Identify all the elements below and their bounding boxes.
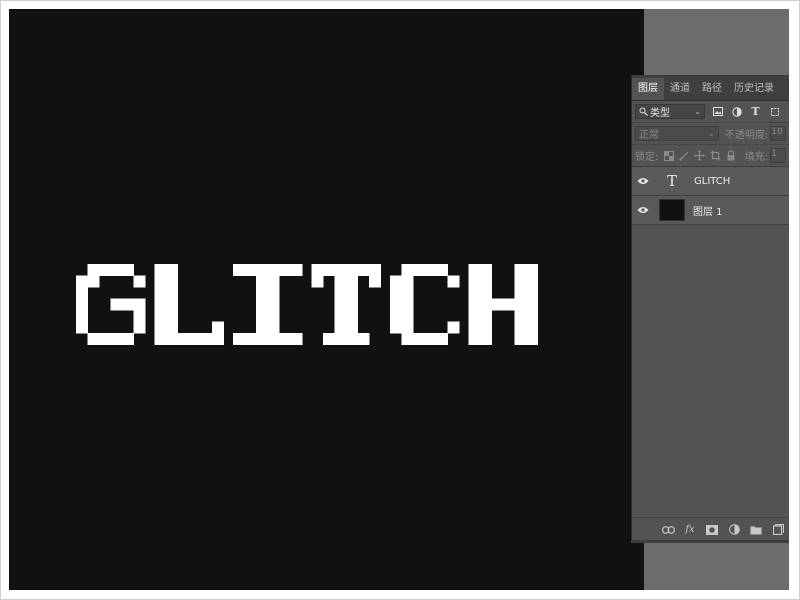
pixel-block <box>323 333 370 345</box>
fill-label: 填充: <box>744 152 769 163</box>
filter-kind-select[interactable]: 类型 ⌄ <box>635 104 705 119</box>
glitch-letter-h <box>468 264 538 345</box>
pixel-block <box>177 333 224 345</box>
pixel-block <box>87 264 134 276</box>
filter-kind-label: 类型 <box>650 108 670 119</box>
image-filter-icon[interactable] <box>711 105 724 118</box>
pixel-block <box>369 275 381 288</box>
lock-move-icon[interactable] <box>694 150 706 162</box>
pixel-block <box>212 321 224 334</box>
folder-icon[interactable] <box>749 523 763 537</box>
tab-paths[interactable]: 路径 <box>696 78 728 100</box>
visibility-eye-icon[interactable] <box>632 177 654 185</box>
glitch-letter-c <box>390 264 460 345</box>
lock-transparent-icon[interactable] <box>663 150 674 162</box>
pixel-block <box>87 275 100 288</box>
pixel-block <box>133 310 146 334</box>
chevron-down-icon: ⌄ <box>694 107 701 116</box>
pixel-block <box>468 264 492 345</box>
lock-all-icon[interactable] <box>726 150 736 162</box>
blend-mode-value: 正常 <box>639 130 659 141</box>
pixel-block <box>401 264 448 276</box>
panel-tabs: 图层 通道 路径 历史记录 <box>632 76 789 101</box>
pixel-block <box>76 275 88 334</box>
filter-row: 类型 ⌄ T <box>632 101 789 123</box>
adjustment-filter-icon[interactable] <box>730 105 743 118</box>
opacity-label: 不透明度: <box>724 130 769 141</box>
pixel-block <box>256 275 280 334</box>
layer-row-layer1[interactable]: 图层 1 <box>632 196 789 225</box>
glitch-text-art: GLITCH <box>76 264 538 345</box>
search-icon <box>639 107 648 116</box>
panel-edge <box>631 540 789 543</box>
fx-icon[interactable]: fx <box>683 523 697 537</box>
lock-row: 锁定: 填充: 1 <box>632 145 789 167</box>
glitch-letter-l <box>154 264 224 345</box>
layer-name: GLITCH <box>694 175 731 187</box>
lock-artboard-icon[interactable] <box>710 150 721 162</box>
shape-filter-icon[interactable] <box>768 105 781 118</box>
lock-brush-icon[interactable] <box>679 150 689 162</box>
layers-panel: 图层 通道 路径 历史记录 类型 ⌄ T 正常 ⌄ 不透明度: 10 锁定: 填… <box>631 75 789 541</box>
pixel-block <box>447 321 460 334</box>
blend-mode-select[interactable]: 正常 ⌄ <box>635 126 719 141</box>
tab-history[interactable]: 历史记录 <box>728 78 780 100</box>
pixel-block <box>87 333 134 345</box>
pixel-block <box>233 333 303 345</box>
pixel-block <box>154 264 178 345</box>
fill-input[interactable]: 1 <box>770 148 786 163</box>
document-canvas[interactable]: GLITCH <box>9 9 644 590</box>
link-icon[interactable] <box>661 523 675 537</box>
chevron-down-icon: ⌄ <box>708 129 715 138</box>
text-layer-thumb-icon: T <box>666 172 677 190</box>
pixel-block <box>491 298 515 311</box>
glitch-letter-t <box>311 264 381 345</box>
type-filter-icon[interactable]: T <box>749 105 762 118</box>
mask-icon[interactable] <box>705 523 719 537</box>
layer-row-glitch[interactable]: T GLITCH <box>632 167 789 196</box>
new-layer-icon[interactable] <box>771 523 785 537</box>
pixel-block <box>311 264 381 276</box>
tab-channels[interactable]: 通道 <box>664 78 696 100</box>
lock-label: 锁定: <box>635 152 659 163</box>
pixel-block <box>447 275 460 288</box>
opacity-input[interactable]: 10 <box>770 126 786 141</box>
blend-row: 正常 ⌄ 不透明度: 10 <box>632 123 789 145</box>
adjustment-icon[interactable] <box>727 523 741 537</box>
pixel-block <box>133 275 146 288</box>
layer-name: 图层 1 <box>693 206 723 218</box>
pixel-layer-thumbnail <box>659 199 685 221</box>
glitch-letter-i <box>233 264 303 345</box>
glitch-letter-g <box>76 264 146 345</box>
pixel-block <box>110 298 146 311</box>
pixel-block <box>390 275 414 334</box>
tab-layers[interactable]: 图层 <box>632 78 664 100</box>
visibility-eye-icon[interactable] <box>632 206 654 214</box>
pixel-block <box>311 275 324 288</box>
pixel-block <box>514 264 538 345</box>
panel-footer: fx <box>632 517 789 541</box>
pixel-block <box>233 264 303 276</box>
pixel-block <box>401 333 448 345</box>
workspace: GLITCH 图层 通道 路径 历史记录 类型 ⌄ T <box>9 9 789 590</box>
